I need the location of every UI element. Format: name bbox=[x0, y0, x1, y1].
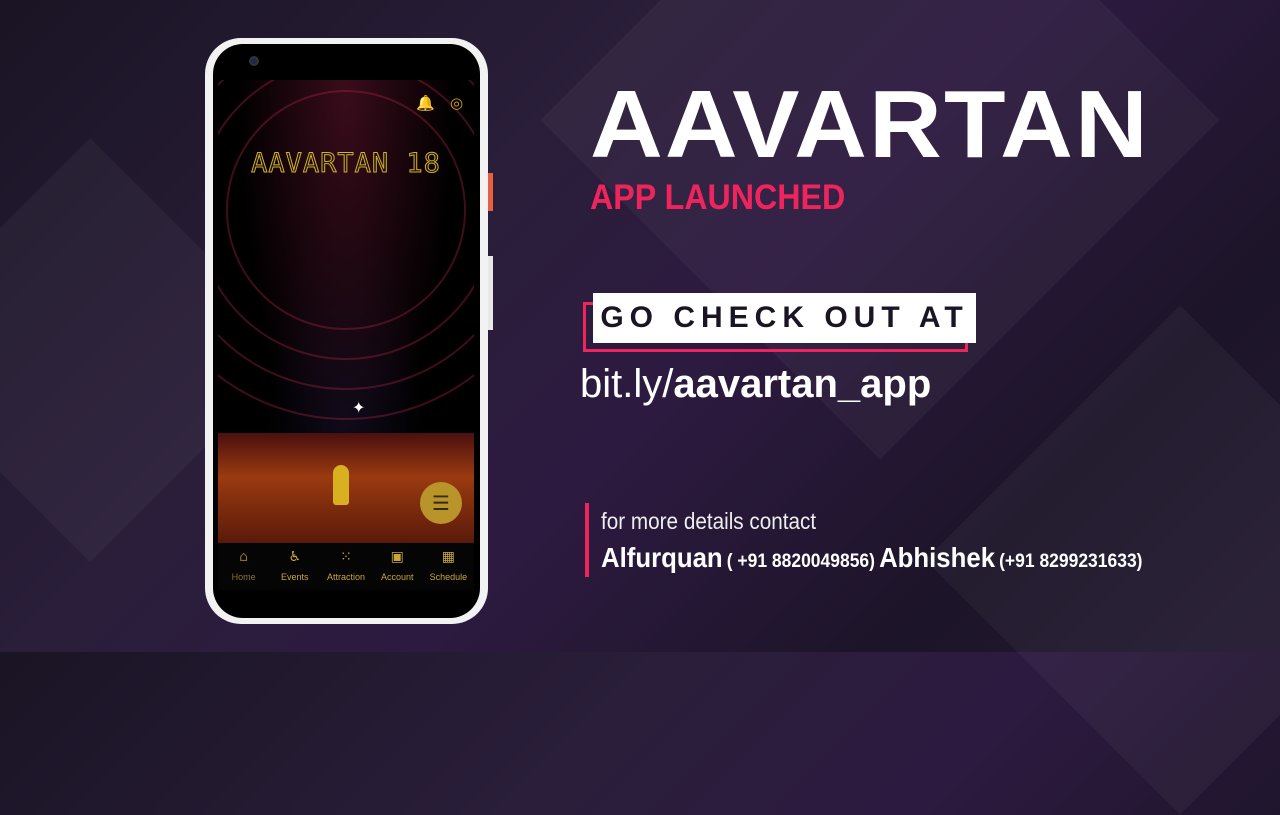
power-button bbox=[488, 173, 493, 211]
calendar-icon: ▦ bbox=[441, 549, 456, 565]
star-icon: ✦ bbox=[352, 398, 366, 417]
contact-phone: (+91 8299231633) bbox=[999, 551, 1143, 572]
contact-phone: ( +91 8820049856) bbox=[726, 551, 875, 572]
locate-icon[interactable]: ◎ bbox=[450, 94, 463, 112]
aavartan-logo: AAVARTAN bbox=[590, 71, 1150, 178]
nav-attraction[interactable]: ⁙ Attraction bbox=[320, 543, 371, 590]
nav-account[interactable]: ▣ Account bbox=[372, 543, 423, 590]
menu-fab-button[interactable]: ☰ bbox=[420, 482, 462, 524]
nav-home[interactable]: ⌂ Home bbox=[218, 543, 269, 590]
cta-label: GO CHECK OUT AT bbox=[593, 293, 976, 343]
home-icon: ⌂ bbox=[239, 549, 249, 565]
grid-dots-icon: ⁙ bbox=[340, 549, 352, 565]
contact-name: Alfurquan bbox=[601, 542, 723, 573]
accent-bar bbox=[585, 503, 589, 577]
account-box-icon: ▣ bbox=[390, 549, 404, 565]
bottom-nav: ⌂ Home ♿ Events ⁙ Attraction ▣ Account ▦ Sche… bbox=[218, 543, 474, 590]
contact-name: Abhishek bbox=[879, 542, 996, 573]
nav-schedule[interactable]: ▦ Schedule bbox=[423, 543, 474, 590]
contact-list: Alfurquan ( +91 8820049856) Abhishek (+9… bbox=[601, 542, 1142, 574]
astronaut bbox=[333, 465, 349, 505]
app-title: AAVARTAN 18 bbox=[251, 148, 441, 180]
app-link[interactable]: bit.ly/aavartan_app bbox=[580, 362, 931, 407]
app-screen: ✦ 🔔 ◎ AAVARTAN 18 ☰ bbox=[218, 80, 474, 543]
menu-fab-icon: ☰ bbox=[432, 491, 450, 515]
app-launched-heading: APP LAUNCHED bbox=[590, 178, 846, 217]
bell-icon[interactable]: 🔔 bbox=[416, 94, 435, 112]
contact-label: for more details contact bbox=[601, 508, 817, 534]
volume-button bbox=[488, 256, 493, 330]
camera bbox=[249, 56, 259, 66]
nav-events[interactable]: ♿ Events bbox=[269, 543, 320, 590]
accessible-icon: ♿ bbox=[288, 549, 302, 565]
